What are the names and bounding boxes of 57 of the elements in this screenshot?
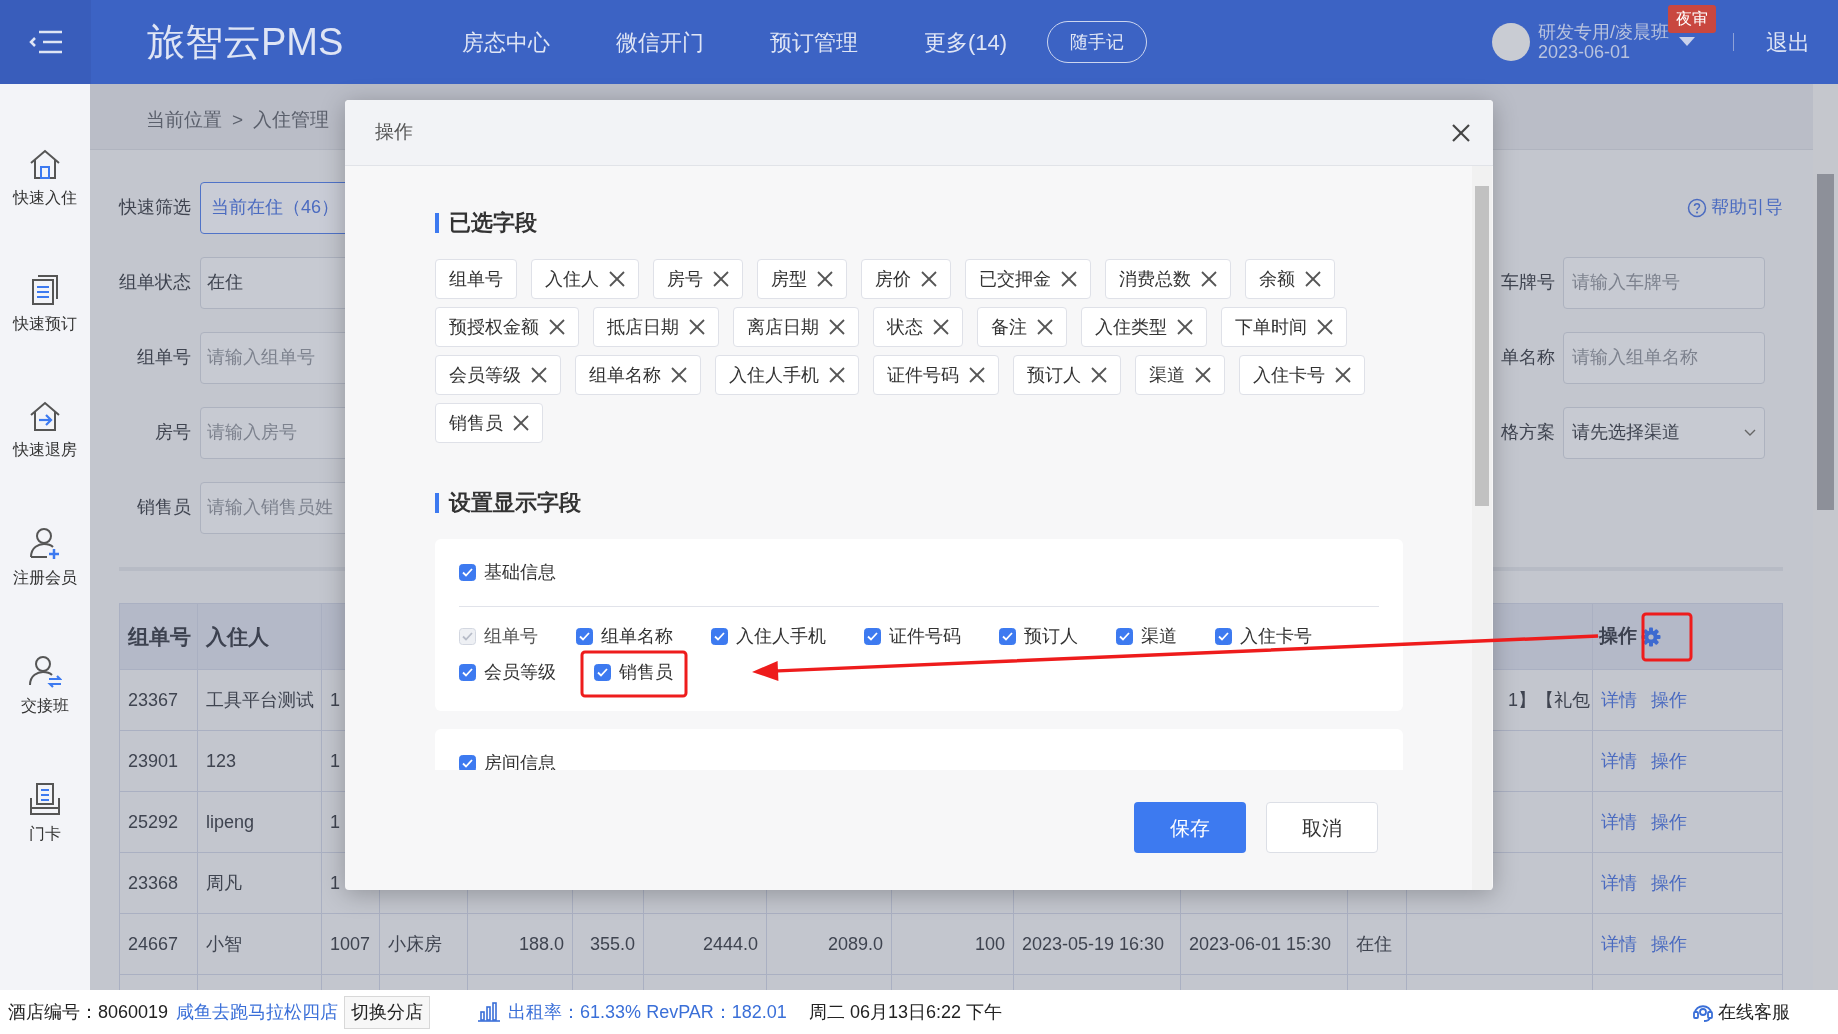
table-cell: 1 [330, 689, 340, 710]
user-date: 2023-06-01 [1538, 42, 1632, 62]
table-cell: 1 [330, 750, 340, 771]
field-label: 入住卡号 [1240, 624, 1312, 648]
table-cell: 1】【礼包 [1508, 689, 1590, 710]
table-cell: 100 [974, 933, 1005, 954]
table-cell: 25292 [128, 811, 179, 832]
field-label: 入住人手机 [736, 624, 826, 648]
table-cell: 24667 [128, 933, 179, 954]
filter-label: 格方案 [1501, 421, 1555, 444]
table-cell: 周凡 [206, 872, 242, 893]
column-header: 入住人 [206, 624, 269, 648]
table-cell: 小智 [206, 933, 242, 954]
table-cell: 1 [330, 872, 340, 893]
field-label: 会员等级 [484, 660, 556, 684]
filter-label: 房号 [154, 421, 191, 444]
dialog-title: 操作 [375, 120, 413, 145]
date-time: 周二 06月13日6:22 下午 [808, 1000, 1002, 1024]
field-label: 预订人 [1024, 624, 1078, 648]
table-cell: 1 [330, 811, 340, 832]
field-label: 组单名称 [601, 624, 673, 648]
table-cell: 工具平台测试 [206, 689, 314, 710]
column-header: 组单号 [128, 624, 191, 648]
field-label: 组单号 [484, 624, 538, 648]
user-name: 研发专用/凌晨班 [1538, 22, 1669, 42]
table-cell: 188.0 [518, 933, 564, 954]
filter-label: 快速筛选 [119, 196, 191, 219]
table-cell: 1007 [330, 933, 371, 954]
column-header: 操作 [1599, 624, 1637, 649]
field-label: 证件号码 [889, 624, 961, 648]
filter-label: 销售员 [136, 496, 191, 519]
occupancy-text: 出租率：61.33% RevPAR：182.01 [508, 1000, 787, 1024]
filter-label: 组单状态 [119, 271, 191, 294]
table-cell: 2023-06-01 15:30 [1189, 933, 1332, 954]
hotel-number: 8060019 [98, 1000, 169, 1024]
table-cell: lipeng [206, 811, 255, 832]
table-cell: 2444.0 [702, 933, 758, 954]
breadcrumb-separator: > [232, 108, 244, 133]
table-cell: 23367 [128, 689, 179, 710]
table-cell: 23368 [128, 872, 179, 893]
app-title: 旅智云PMS [147, 19, 345, 65]
filter-label: 车牌号 [1501, 271, 1555, 294]
table-cell: 123 [206, 750, 237, 771]
hotel-number-label: 酒店编号： [8, 1000, 98, 1024]
table-cell: 小床房 [388, 933, 442, 954]
table-cell: 2089.0 [827, 933, 883, 954]
table-cell: 355.0 [589, 933, 635, 954]
breadcrumb-text: 当前位置 [146, 108, 222, 133]
field-label: 销售员 [619, 660, 673, 684]
filter-label: 单名称 [1501, 346, 1555, 369]
night-audit-badge: 夜审 [1668, 5, 1716, 33]
field-label: 渠道 [1141, 624, 1177, 648]
table-cell: 在住 [1356, 933, 1392, 954]
table-cell: 2023-05-19 16:30 [1022, 933, 1165, 954]
group-label: 基础信息 [484, 561, 556, 584]
table-cell: 23901 [128, 750, 179, 771]
filter-label: 组单号 [136, 346, 191, 369]
